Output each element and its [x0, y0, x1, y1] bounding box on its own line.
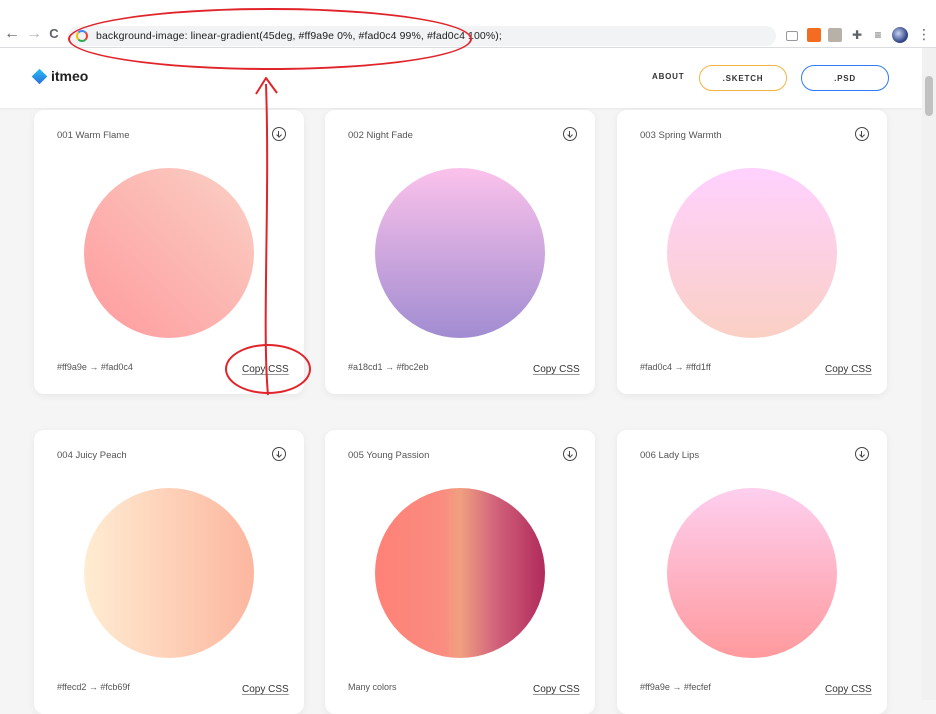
google-icon — [76, 30, 88, 42]
logo[interactable]: itmeo — [31, 68, 89, 84]
psd-download-button[interactable]: .PSD — [801, 65, 889, 91]
browser-toolbar: ← → C background-image: linear-gradient(… — [0, 0, 936, 48]
gradient-hex-values: #ff9a9e → #fad0c4 — [57, 362, 133, 372]
gradient-swatch — [375, 168, 545, 338]
gradient-title: 001 Warm Flame — [57, 130, 130, 141]
scrollbar-thumb[interactable] — [925, 76, 933, 116]
site-header: itmeo ABOUT .SKETCH .PSD — [0, 48, 922, 108]
gradient-title: 003 Spring Warmth — [640, 130, 722, 141]
address-bar-text: background-image: linear-gradient(45deg,… — [96, 30, 502, 42]
reload-icon[interactable]: C — [46, 26, 62, 42]
copy-css-button[interactable]: Copy CSS — [533, 364, 580, 375]
sketch-download-button[interactable]: .SKETCH — [699, 65, 787, 91]
address-bar[interactable]: background-image: linear-gradient(45deg,… — [68, 26, 776, 46]
copy-css-button[interactable]: Copy CSS — [825, 364, 872, 375]
download-icon[interactable] — [563, 127, 577, 141]
menu-icon[interactable]: ⋮ — [916, 26, 932, 42]
gradient-title: 005 Young Passion — [348, 450, 430, 461]
gradient-card: 003 Spring Warmth #fad0c4 → #ffd1ff Copy… — [617, 110, 887, 394]
gradient-title: 004 Juicy Peach — [57, 450, 127, 461]
download-icon[interactable] — [855, 447, 869, 461]
gradient-card: 006 Lady Lips #ff9a9e → #fecfef Copy CSS — [617, 430, 887, 714]
forward-icon[interactable]: → — [26, 26, 42, 42]
download-icon[interactable] — [272, 447, 286, 461]
gradient-hex-values: #ffecd2 → #fcb69f — [57, 682, 130, 692]
page-scrollbar[interactable] — [922, 48, 936, 700]
profile-avatar-icon[interactable] — [892, 27, 908, 43]
gradient-hex-values: #fad0c4 → #ffd1ff — [640, 362, 711, 372]
gradient-title: 006 Lady Lips — [640, 450, 700, 461]
logo-text: itmeo — [51, 68, 89, 84]
copy-css-button[interactable]: Copy CSS — [825, 684, 872, 695]
download-icon[interactable] — [855, 127, 869, 141]
puzzle-icon[interactable]: ✚ — [850, 28, 864, 42]
copy-css-button[interactable]: Copy CSS — [533, 684, 580, 695]
gradient-swatch — [84, 168, 254, 338]
gradient-swatch — [84, 488, 254, 658]
download-icon[interactable] — [563, 447, 577, 461]
gradient-swatch — [667, 488, 837, 658]
playlist-icon[interactable]: ≡ — [871, 28, 885, 42]
download-icon[interactable] — [272, 127, 286, 141]
screencast-icon[interactable] — [786, 31, 798, 41]
gradient-card: 005 Young Passion Many colors Copy CSS — [325, 430, 595, 714]
nav-about-link[interactable]: ABOUT — [652, 72, 684, 81]
gradient-card: 002 Night Fade #a18cd1 → #fbc2eb Copy CS… — [325, 110, 595, 394]
gradient-hex-values: #a18cd1 → #fbc2eb — [348, 362, 429, 372]
back-icon[interactable]: ← — [4, 26, 20, 42]
gradient-hex-values: Many colors — [348, 682, 397, 692]
gradient-swatch — [375, 488, 545, 658]
copy-css-button[interactable]: Copy CSS — [242, 684, 289, 695]
gradient-swatch — [667, 168, 837, 338]
extension-icon[interactable] — [807, 28, 821, 42]
pdf-extension-icon[interactable] — [828, 28, 842, 42]
logo-icon — [31, 68, 48, 84]
copy-css-button[interactable]: Copy CSS — [242, 364, 289, 375]
gradient-card: 001 Warm Flame #ff9a9e → #fad0c4 Copy CS… — [34, 110, 304, 394]
gradient-hex-values: #ff9a9e → #fecfef — [640, 682, 711, 692]
gradient-card: 004 Juicy Peach #ffecd2 → #fcb69f Copy C… — [34, 430, 304, 714]
gradient-title: 002 Night Fade — [348, 130, 413, 141]
